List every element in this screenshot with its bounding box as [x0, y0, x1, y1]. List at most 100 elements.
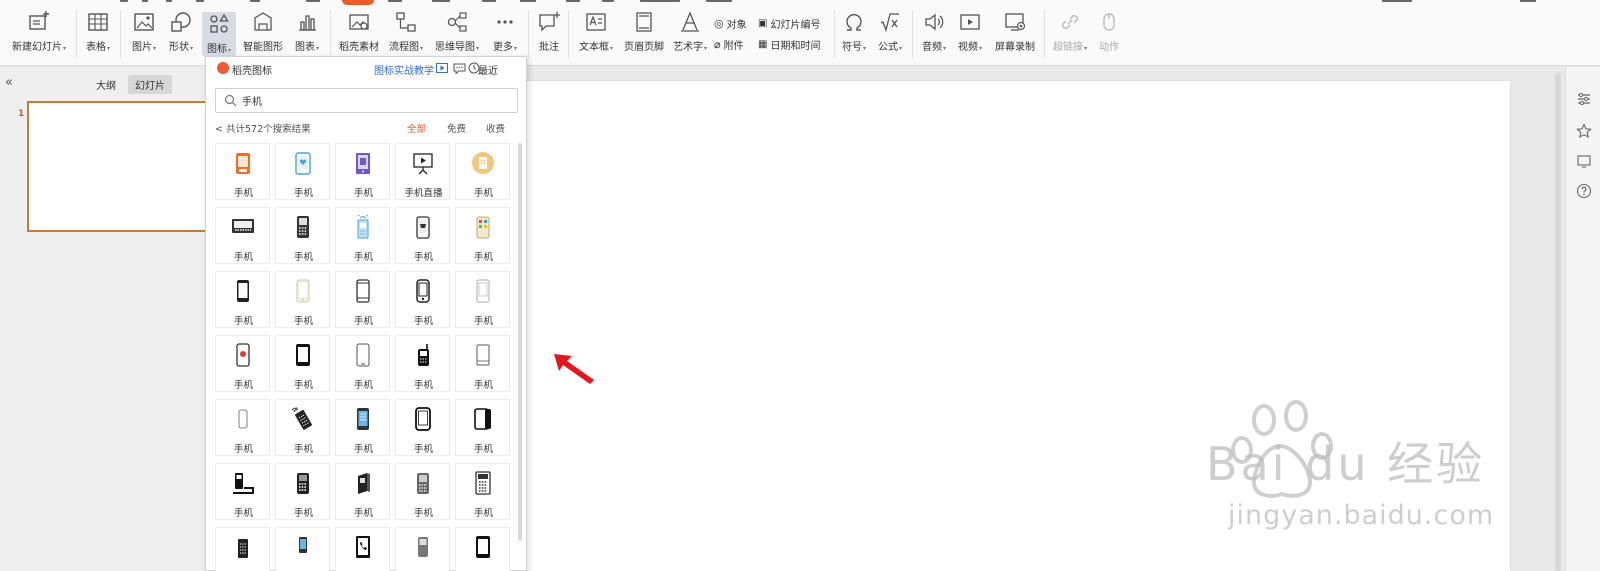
icon-result-item[interactable]: 手机: [275, 271, 330, 328]
icon-result-item[interactable]: 手机: [455, 207, 510, 264]
tab-outline[interactable]: 大纲: [89, 75, 123, 94]
icon-result-item[interactable]: 手机: [215, 463, 270, 520]
chart-button[interactable]: 图表▾: [290, 10, 324, 53]
icon-result-item[interactable]: 手机直播: [395, 143, 450, 200]
slide-canvas[interactable]: [508, 81, 1510, 571]
panel-scrollbar[interactable]: [517, 143, 523, 571]
audio-button[interactable]: 音频▾: [918, 10, 950, 53]
phone-signal-icon: [357, 215, 369, 239]
formula-button[interactable]: 公式▾: [874, 10, 906, 53]
more-button[interactable]: 更多▾: [488, 10, 522, 53]
icon-result-item[interactable]: [215, 527, 270, 571]
picture-button[interactable]: 图片▾: [128, 10, 160, 53]
icon-result-item[interactable]: 手机: [455, 143, 510, 200]
icon-result-item[interactable]: 手机: [275, 399, 330, 456]
icon-result-item[interactable]: 手机: [395, 271, 450, 328]
sliders-icon[interactable]: [1576, 91, 1592, 107]
icon-result-item[interactable]: 手机: [215, 399, 270, 456]
icon-result-item[interactable]: 手机: [275, 143, 330, 200]
icon-result-item[interactable]: 手机: [335, 335, 390, 392]
icon-result-label: 手机直播: [404, 188, 443, 199]
filter-paid[interactable]: 收费: [486, 121, 505, 135]
screen-record-label: 屏幕录制: [995, 42, 1035, 53]
collapse-panel-icon[interactable]: «: [5, 75, 13, 90]
phone-record-icon: [236, 343, 250, 367]
icon-result-label: 手机: [233, 444, 253, 455]
material-button[interactable]: 稻壳素材: [336, 10, 382, 53]
shape-button[interactable]: 形状▾: [164, 10, 198, 53]
icon-result-item[interactable]: 手机: [335, 271, 390, 328]
icon-search-input[interactable]: [242, 92, 512, 109]
canvas-scrollbar[interactable]: [1553, 67, 1563, 571]
icon-result-item[interactable]: 手机: [335, 463, 390, 520]
icon-result-item[interactable]: 手机: [215, 143, 270, 200]
icon-result-item[interactable]: 手机: [455, 463, 510, 520]
attachment-button[interactable]: ⌀ 附件: [714, 37, 744, 52]
phone-flip-icon: [238, 539, 248, 558]
mindmap-button[interactable]: 思维导图▾: [430, 10, 484, 53]
slide-thumbnail[interactable]: [27, 101, 207, 232]
play-video-icon[interactable]: [436, 63, 448, 73]
icon-result-item[interactable]: 手机: [455, 271, 510, 328]
icon-button[interactable]: 图标▾: [202, 12, 236, 56]
hyperlink-button[interactable]: 超链接▾: [1050, 10, 1090, 53]
icon-result-label: 手机: [233, 508, 253, 519]
icon-result-item[interactable]: 手机: [455, 399, 510, 456]
icon-result-item[interactable]: 手机: [395, 335, 450, 392]
icon-result-item[interactable]: 手机: [395, 207, 450, 264]
smart-graphic-button[interactable]: 智能图形: [240, 10, 286, 53]
icon-result-item[interactable]: 手机: [275, 335, 330, 392]
object-button[interactable]: ◎ 对象: [714, 16, 747, 31]
help-icon[interactable]: [1576, 183, 1592, 199]
filter-free[interactable]: 免费: [447, 121, 466, 135]
header-footer-button[interactable]: 页眉页脚: [622, 10, 666, 53]
slide-number-button[interactable]: ▣ 幻灯片编号: [758, 16, 820, 31]
icon-result-item[interactable]: [275, 527, 330, 571]
icon-result-item[interactable]: 手机: [455, 335, 510, 392]
action-button[interactable]: 动作: [1094, 10, 1124, 53]
video-button[interactable]: 视频▾: [954, 10, 986, 53]
icon-result-item[interactable]: 手机: [335, 143, 390, 200]
icon-result-item[interactable]: 手机: [335, 207, 390, 264]
icon-result-item[interactable]: 手机: [395, 463, 450, 520]
phone-circle-gold-icon: [472, 152, 494, 174]
phone-live-stream-icon: [413, 153, 433, 175]
icon-result-item[interactable]: 手机: [215, 335, 270, 392]
icon-result-item[interactable]: 手机: [335, 399, 390, 456]
flowchart-button[interactable]: 流程图▾: [386, 10, 426, 53]
present-icon[interactable]: [1576, 153, 1592, 169]
icon-result-item[interactable]: [335, 527, 390, 571]
back-chevron-icon[interactable]: <: [215, 124, 223, 135]
icon-result-item[interactable]: [395, 527, 450, 571]
symbol-button[interactable]: 符号▾: [838, 10, 870, 53]
screen-record-button[interactable]: 屏幕录制: [992, 10, 1038, 53]
icon-result-item[interactable]: 手机: [215, 271, 270, 328]
active-menu-tab[interactable]: [342, 0, 374, 5]
icon-search-box[interactable]: [215, 88, 518, 113]
chat-icon[interactable]: [453, 62, 466, 74]
red-arrow-icon: [554, 354, 594, 384]
icon-result-item[interactable]: [455, 527, 510, 571]
filter-all[interactable]: 全部: [407, 121, 426, 135]
object-icon: ◎: [714, 17, 724, 30]
icon-result-item[interactable]: 手机: [275, 463, 330, 520]
recent-button[interactable]: 最近: [478, 62, 498, 77]
textbox-button[interactable]: 文本框▾: [574, 10, 618, 53]
material-icon: [349, 14, 369, 30]
new-slide-button[interactable]: 新建幻灯片▾: [8, 10, 70, 53]
icon-result-item[interactable]: 手机: [275, 207, 330, 264]
icon-tutorial-link[interactable]: 图标实战教学: [374, 62, 434, 77]
date-time-button[interactable]: ▦ 日期和时间: [758, 37, 820, 52]
results-count[interactable]: < 共计572个搜索结果: [215, 121, 311, 135]
phone-call-icon: [356, 536, 370, 558]
tab-slides[interactable]: 幻灯片: [128, 75, 172, 94]
icon-result-label: 手机: [353, 508, 373, 519]
table-button[interactable]: 表格▾: [82, 10, 114, 53]
slide-number: 1: [18, 109, 25, 119]
phone-black-screen-icon: [476, 536, 490, 558]
comment-button[interactable]: 批注: [534, 10, 564, 53]
icon-result-item[interactable]: 手机: [215, 207, 270, 264]
icon-result-item[interactable]: 手机: [395, 399, 450, 456]
star-icon[interactable]: [1576, 123, 1592, 139]
wordart-button[interactable]: 艺术字▾: [670, 10, 710, 53]
